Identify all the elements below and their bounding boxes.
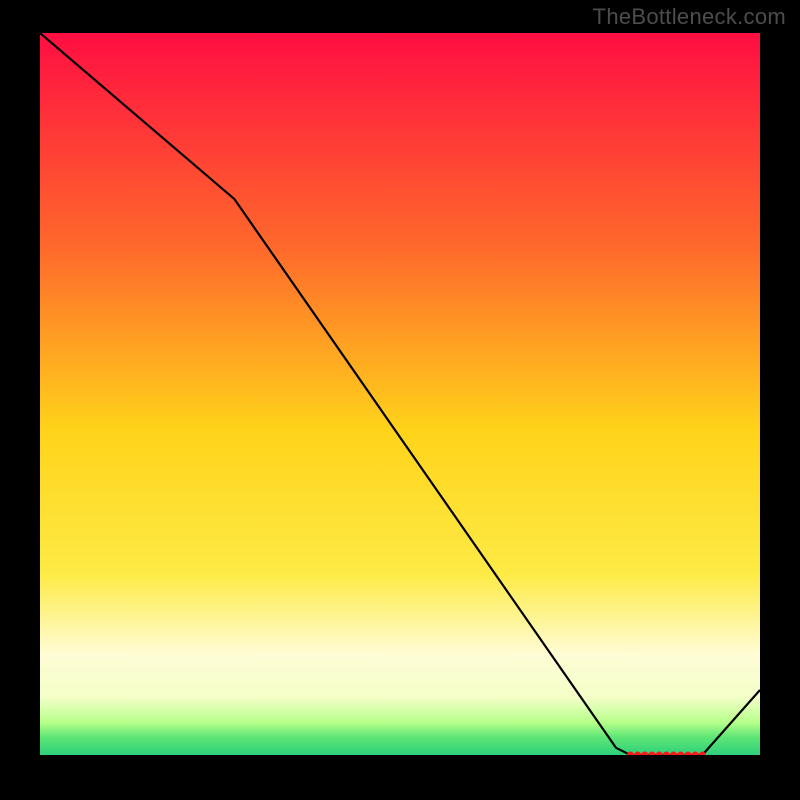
chart-frame: TheBottleneck.com <box>0 0 800 800</box>
plot-svg <box>40 33 760 755</box>
plot-area <box>40 33 760 755</box>
gradient-background <box>40 33 760 755</box>
marker-group <box>627 752 706 756</box>
watermark-text: TheBottleneck.com <box>593 4 786 30</box>
